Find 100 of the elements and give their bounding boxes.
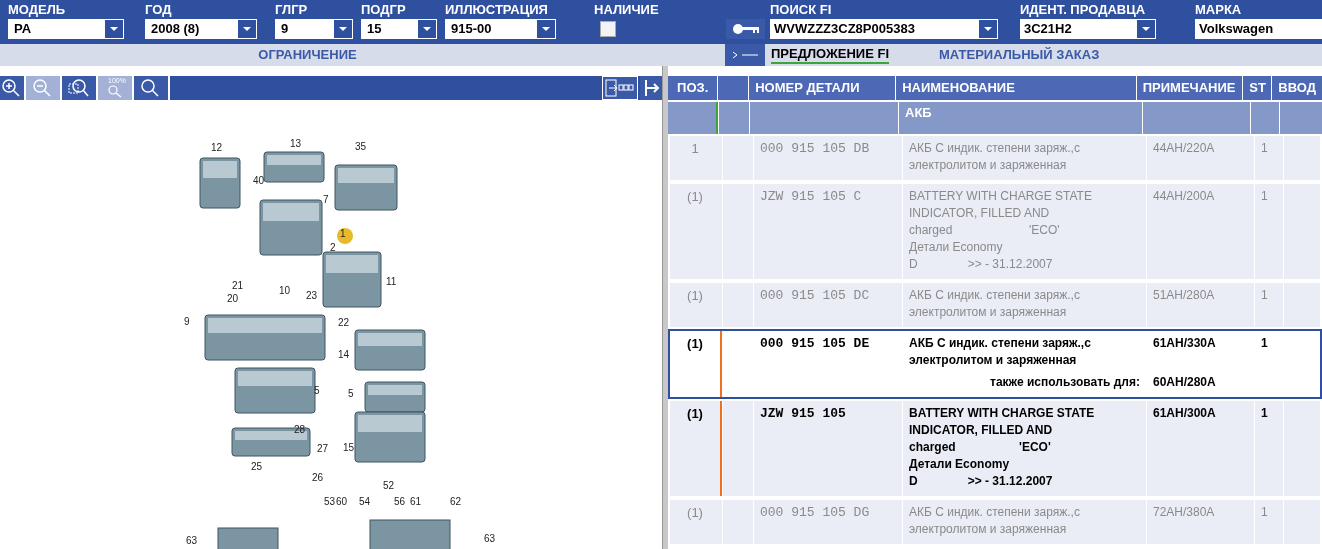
table-row[interactable]: (1) JZW 915 105 C BATTERY WITH CHARGE STATE INDICATOR, FILLED AND charged 'ECO' Детали Economy D >> - 31.12.2007 44AH/200A 1 bbox=[668, 182, 1322, 281]
part-description: АКБ С индик. степени заряж.,с bbox=[909, 504, 1081, 521]
part-description: Детали Economy bbox=[909, 239, 1004, 256]
part-description: электролитом и заряженная bbox=[909, 304, 1068, 321]
part-description: АКБ С индик. степени заряж.,с bbox=[909, 335, 1092, 352]
field-label: ПОИСК FI bbox=[770, 1, 833, 19]
zoom-area-icon[interactable] bbox=[62, 76, 96, 100]
part-description: BATTERY WITH CHARGE STATE bbox=[909, 405, 1096, 422]
note-text: 72AH/380A bbox=[1153, 504, 1216, 521]
callout-number: 21 bbox=[232, 280, 244, 292]
part-description: электролитом и заряженная bbox=[909, 521, 1068, 538]
text-field[interactable]: Volkswagen bbox=[1195, 19, 1322, 39]
position-number: (1) bbox=[670, 500, 720, 544]
checkbox[interactable] bbox=[600, 21, 616, 37]
callout-number: 9 bbox=[184, 316, 190, 328]
part-description: D >> - 31.12.2007 bbox=[909, 473, 1054, 490]
note-text: 61AH/330A bbox=[1153, 335, 1217, 352]
note-text: 60AH/280A bbox=[1153, 374, 1217, 391]
tab[interactable]: МАТЕРИАЛЬНЫЙ ЗАКАЗ bbox=[939, 47, 1100, 63]
table-cell bbox=[668, 102, 718, 134]
note-text: 61AH/300A bbox=[1153, 405, 1217, 422]
part-description: АКБ С индик. степени заряж.,с bbox=[909, 140, 1081, 157]
part-description: INDICATOR, FILLED AND bbox=[909, 422, 1054, 439]
callout-number: 13 bbox=[290, 138, 302, 150]
callout-number: 23 bbox=[306, 290, 318, 302]
table-row[interactable]: 1 000 915 105 DB АКБ С индик. степени заряж.,с электролитом и заряженная 44AH/220A 1 bbox=[668, 134, 1322, 182]
dropdown-field[interactable]: 915-00 bbox=[445, 19, 556, 39]
callout-number: 15 bbox=[343, 442, 355, 454]
callout-number: 10 bbox=[279, 285, 291, 297]
dropdown-caret-icon[interactable] bbox=[334, 20, 352, 38]
dropdown-caret-icon[interactable] bbox=[238, 20, 256, 38]
dropdown-field[interactable]: PA bbox=[8, 19, 124, 39]
callout-number: 27 bbox=[317, 443, 329, 455]
callout-number: 12 bbox=[211, 142, 223, 154]
dropdown-caret-icon[interactable] bbox=[105, 20, 123, 38]
note-text: 51AH/280A bbox=[1153, 287, 1216, 304]
field-label: ИДЕНТ. ПРОДАВЦА bbox=[1020, 1, 1147, 19]
callout-number: 22 bbox=[338, 317, 350, 329]
zoom-in-icon[interactable] bbox=[0, 76, 24, 100]
callout-number: 20 bbox=[227, 293, 239, 305]
dropdown-field[interactable]: 2008 (8) bbox=[145, 19, 257, 39]
quantity: 1 bbox=[1255, 401, 1283, 496]
callout-number: 26 bbox=[312, 472, 324, 484]
tab[interactable]: ПРЕДЛОЖЕНИЕ FI bbox=[771, 46, 889, 64]
part-number: JZW 915 105 C bbox=[754, 184, 902, 279]
table-row[interactable]: (1) 000 915 105 DG АКБ С индик. степени заряж.,с электролитом и заряженная 72AH/380A 1 bbox=[668, 498, 1322, 546]
callout-number: 2 bbox=[330, 242, 336, 254]
part-number: 000 915 105 DB bbox=[754, 136, 902, 180]
quantity: 1 bbox=[1255, 283, 1283, 327]
table-row[interactable]: (1) 000 915 105 DE АКБ С индик. степени заряж.,с электролитом и заряженная также использовать для: 61AH/330A 60AH/280A 1 bbox=[668, 329, 1322, 399]
callout-number: 53 bbox=[324, 496, 336, 508]
field-label: МОДЕЛЬ bbox=[8, 1, 67, 19]
quantity: 1 bbox=[1255, 500, 1283, 544]
dropdown-field[interactable]: WVWZZZ3CZ8P005383 bbox=[770, 19, 998, 39]
callout-number: 63 bbox=[186, 535, 198, 547]
field-label: ИЛЛЮСТРАЦИЯ bbox=[445, 1, 549, 19]
dropdown-field[interactable]: 15 bbox=[361, 19, 437, 39]
quantity: 1 bbox=[1255, 184, 1283, 279]
group-heading: АКБ bbox=[899, 102, 1142, 134]
part-description: Детали Economy bbox=[909, 456, 1011, 473]
callout-number: 35 bbox=[355, 141, 367, 153]
search-icon[interactable] bbox=[134, 76, 168, 100]
callout-number: 63 bbox=[484, 533, 496, 545]
dropdown-field[interactable]: 9 bbox=[275, 19, 353, 39]
dropdown-field[interactable]: 3C21H2 bbox=[1020, 19, 1156, 39]
field-label: ГЛГР bbox=[275, 1, 309, 19]
part-description: АКБ С индик. степени заряж.,с bbox=[909, 287, 1081, 304]
table-cell bbox=[1251, 102, 1279, 134]
callout-number: 11 bbox=[386, 276, 397, 288]
callout-number: 25 bbox=[251, 461, 263, 473]
field-label: ГОД bbox=[145, 1, 173, 19]
part-description: электролитом и заряженная bbox=[909, 157, 1068, 174]
part-number: JZW 915 105 bbox=[754, 401, 902, 496]
part-description: D >> - 31.12.2007 bbox=[909, 256, 1054, 273]
position-number: (1) bbox=[670, 184, 720, 279]
export-icon[interactable] bbox=[602, 76, 638, 100]
part-description: BATTERY WITH CHARGE STATE bbox=[909, 188, 1093, 205]
dropdown-caret-icon[interactable] bbox=[537, 20, 555, 38]
tab[interactable]: ОГРАНИЧЕНИЕ bbox=[258, 47, 357, 63]
table-cell bbox=[1280, 102, 1322, 134]
part-description: INDICATOR, FILLED AND bbox=[909, 205, 1051, 222]
callout-number: 1 bbox=[340, 228, 346, 240]
dropdown-caret-icon[interactable] bbox=[418, 20, 436, 38]
table-row[interactable]: (1) JZW 915 105 BATTERY WITH CHARGE STATE INDICATOR, FILLED AND charged 'ECO' Детали Economy D >> - 31.12.2007 61AH/300A 1 bbox=[668, 399, 1322, 498]
callout-number: 62 bbox=[450, 496, 462, 508]
callout-number: 14 bbox=[338, 349, 350, 361]
dropdown-caret-icon[interactable] bbox=[979, 20, 997, 38]
table-row[interactable]: (1) 000 915 105 DC АКБ С индик. степени заряж.,с электролитом и заряженная 51AH/280A 1 bbox=[668, 281, 1322, 329]
callout-number: 56 bbox=[394, 496, 406, 508]
callout-number: 60 bbox=[336, 496, 348, 508]
field-label: НАЛИЧИЕ bbox=[594, 1, 660, 19]
position-number: 1 bbox=[670, 136, 720, 180]
note-text: 44AH/200A bbox=[1153, 188, 1216, 205]
key-icon[interactable] bbox=[726, 19, 765, 39]
table-cell bbox=[719, 102, 749, 134]
position-number: (1) bbox=[670, 283, 720, 327]
dropdown-caret-icon[interactable] bbox=[1137, 20, 1155, 38]
position-number: (1) bbox=[670, 401, 720, 496]
quantity: 1 bbox=[1255, 136, 1283, 180]
callout-number: 54 bbox=[359, 496, 371, 508]
